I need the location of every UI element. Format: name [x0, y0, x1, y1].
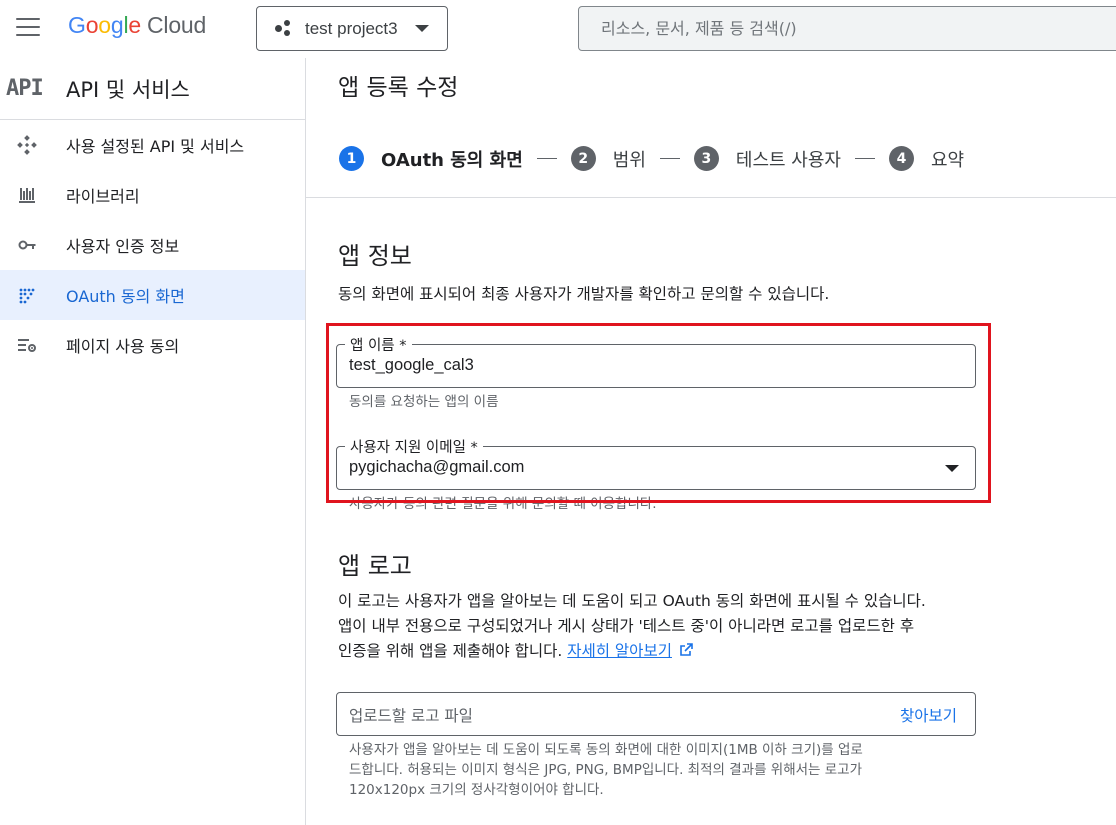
support-email-value: pygichacha@gmail.com [349, 458, 525, 476]
step-separator [854, 158, 875, 159]
sidebar-item-page-consent[interactable]: 페이지 사용 동의 [0, 320, 305, 370]
app-logo-desc-line: 앱이 내부 전용으로 구성되었거나 게시 상태가 '테스트 중'이 아니라면 로… [338, 617, 915, 635]
main-menu-icon[interactable] [16, 18, 40, 38]
browse-button[interactable]: 찾아보기 [900, 704, 957, 726]
sidebar-item-label: OAuth 동의 화면 [66, 287, 185, 306]
step-summary[interactable]: 4 요약 [888, 146, 965, 172]
sidebar-title: API 및 서비스 [66, 77, 190, 102]
support-email-helper: 사용자가 동의 관련 질문을 위해 문의할 때 이용합니다. [349, 496, 657, 512]
app-logo-desc-text: 인증을 위해 앱을 제출해야 합니다. [338, 642, 563, 660]
sidebar: API API 및 서비스 사용 설정된 API 및 서비스 라이브러리 사용자… [0, 58, 306, 825]
sidebar-item-oauth-consent[interactable]: OAuth 동의 화면 [0, 270, 305, 320]
top-bar: Google Cloud test project3 [0, 0, 1116, 58]
sidebar-item-enabled-apis[interactable]: 사용 설정된 API 및 서비스 [0, 120, 305, 170]
step-label: OAuth 동의 화면 [381, 149, 523, 171]
project-name: test project3 [305, 18, 398, 38]
support-email-select[interactable]: 사용자 지원 이메일 * pygichacha@gmail.com [336, 436, 976, 490]
step-number: 2 [570, 146, 596, 171]
step-label: 테스트 사용자 [735, 149, 841, 171]
app-name-label: 앱 이름 * [345, 334, 412, 355]
app-name-field[interactable]: 앱 이름 * [336, 334, 976, 388]
caret-down-icon [415, 25, 429, 32]
search-bar[interactable] [578, 6, 1116, 51]
app-name-input[interactable] [349, 356, 949, 375]
step-number: 3 [693, 146, 719, 171]
logo-helper-line: 사용자가 앱을 알아보는 데 도움이 되도록 동의 화면에 대한 이미지(1MB… [349, 742, 863, 758]
sidebar-item-label: 페이지 사용 동의 [66, 337, 180, 356]
google-cloud-logo[interactable]: Google Cloud [68, 12, 206, 39]
app-name-helper: 동의를 요청하는 앱의 이름 [349, 394, 499, 410]
sidebar-item-label: 라이브러리 [66, 187, 140, 206]
project-picker-button[interactable]: test project3 [256, 6, 448, 51]
logo-upload-field[interactable]: 업로드할 로고 파일 찾아보기 [336, 692, 976, 736]
logo-helper-line: 120x120px 크기의 정사각형이어야 합니다. [349, 782, 604, 798]
sidebar-item-library[interactable]: 라이브러리 [0, 170, 305, 220]
logo-upload-helper: 사용자가 앱을 알아보는 데 도움이 되도록 동의 화면에 대한 이미지(1MB… [349, 740, 959, 800]
oauth-dots-icon [16, 284, 38, 306]
stepper: 1 OAuth 동의 화면 2 범위 3 테스트 사용자 4 요약 [306, 120, 1116, 198]
learn-more-link[interactable]: 자세히 알아보기 [567, 642, 672, 660]
external-link-icon[interactable] [679, 643, 693, 657]
support-email-label: 사용자 지원 이메일 * [345, 436, 483, 457]
sidebar-header: API API 및 서비스 [0, 58, 305, 120]
dropdown-arrow-icon[interactable] [945, 465, 959, 472]
sidebar-item-label: 사용자 인증 정보 [66, 237, 180, 256]
step-scopes[interactable]: 2 범위 [570, 146, 646, 172]
page-title: 앱 등록 수정 [338, 75, 459, 101]
step-test-users[interactable]: 3 테스트 사용자 [693, 146, 841, 172]
logo-helper-line: 드합니다. 허용되는 이미지 형식은 JPG, PNG, BMP입니다. 최적의… [349, 762, 863, 778]
step-number: 1 [339, 146, 364, 171]
search-input[interactable] [601, 19, 1101, 38]
step-oauth-consent[interactable]: 1 OAuth 동의 화면 [339, 146, 523, 172]
app-logo-description: 이 로고는 사용자가 앱을 알아보는 데 도움이 되고 OAuth 동의 화면에… [338, 589, 988, 664]
step-separator [659, 158, 680, 159]
project-dots-icon [275, 19, 295, 39]
sidebar-item-credentials[interactable]: 사용자 인증 정보 [0, 220, 305, 270]
step-label: 범위 [612, 149, 646, 171]
app-info-description: 동의 화면에 표시되어 최종 사용자가 개발자를 확인하고 문의할 수 있습니다… [338, 285, 830, 303]
step-label: 요약 [930, 149, 965, 171]
sidebar-item-label: 사용 설정된 API 및 서비스 [66, 137, 245, 156]
main-content: 앱 등록 수정 1 OAuth 동의 화면 2 범위 3 테스트 사용자 4 요… [306, 58, 1116, 825]
upload-placeholder: 업로드할 로고 파일 [349, 707, 473, 725]
list-settings-icon [16, 334, 38, 356]
diamond-arrows-icon [16, 134, 38, 156]
app-logo-desc-line: 이 로고는 사용자가 앱을 알아보는 데 도움이 되고 OAuth 동의 화면에… [338, 592, 926, 610]
step-number: 4 [888, 146, 914, 171]
step-separator [536, 158, 557, 159]
app-info-title: 앱 정보 [338, 242, 412, 270]
app-logo-desc-line: 인증을 위해 앱을 제출해야 합니다. 자세히 알아보기 [338, 639, 988, 664]
app-logo-title: 앱 로고 [338, 552, 412, 580]
key-icon [16, 234, 38, 256]
library-icon [16, 184, 38, 206]
api-logo-icon: API [6, 76, 44, 101]
